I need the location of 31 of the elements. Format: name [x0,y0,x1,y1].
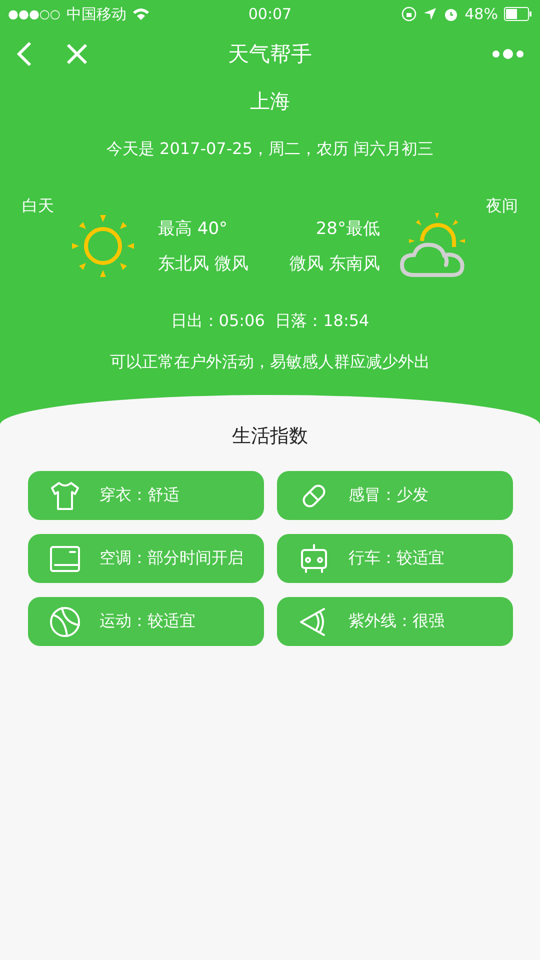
city-name: 上海 [250,89,290,113]
more-icon[interactable] [492,48,524,60]
close-icon[interactable] [66,43,88,65]
night-wind: 微风 东南风 [290,253,380,275]
life-index-card[interactable]: 紫外线：很强 [276,597,512,646]
page-title: 天气帮手 [228,41,312,68]
life-index-card[interactable]: 穿衣：舒适 [28,471,264,520]
wifi-icon [132,7,150,21]
status-time: 00:07 [248,5,292,23]
life-index-card[interactable]: 空调：部分时间开启 [28,534,264,583]
low-temperature: 28°最低 [316,218,380,240]
life-index-card[interactable]: 感冒：少发 [276,471,512,520]
life-index-card[interactable]: 运动：较适宜 [28,597,264,646]
ball-icon [48,604,82,638]
location-arrow-icon [422,7,437,21]
day-wind: 东北风 微风 [158,253,248,275]
date-text: 今天是 2017-07-25，周二，农历 闰六月初三 [106,139,434,158]
section-title: 生活指数 [232,424,308,449]
life-index-card[interactable]: 行车：较适宜 [276,534,512,583]
battery-icon [504,7,532,21]
battery-percentage: 48% [464,5,498,23]
high-temperature: 最高 40° [158,218,228,240]
back-icon[interactable] [16,41,32,67]
carrier-name: 中国移动 [66,4,126,24]
night-label: 夜间 [486,196,518,217]
sunrise-sunset: 日出：05:06 日落：18:54 [170,311,370,330]
signal-strength: ●●●○○ [8,7,60,21]
advice-text: 可以正常在户外活动，易敏感人群应减少外出 [110,352,430,371]
rotation-lock-icon [400,6,417,22]
day-label: 白天 [22,196,54,217]
alarm-clock-icon [442,6,459,22]
